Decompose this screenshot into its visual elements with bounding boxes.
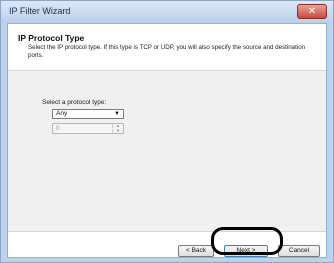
window-title: IP Filter Wizard	[9, 6, 71, 16]
page-title: IP Protocol Type	[18, 33, 85, 43]
close-button[interactable]: ✕	[297, 4, 327, 19]
wizard-header: IP Protocol Type Select the IP protocol …	[8, 24, 326, 71]
port-number-spinner[interactable]: 0 ▲ ▼	[52, 123, 124, 134]
port-number-value: 0	[56, 125, 60, 132]
protocol-type-label: Select a protocol type:	[42, 99, 107, 106]
next-button-highlight	[211, 227, 283, 255]
wizard-body: Select a protocol type: Any ▼ 0 ▲ ▼	[8, 71, 326, 232]
wizard-window: IP Filter Wizard ✕ IP Protocol Type Sele…	[0, 0, 334, 263]
dropdown-arrow-icon[interactable]: ▼	[114, 110, 120, 118]
close-icon: ✕	[307, 6, 317, 17]
back-button[interactable]: < Back	[178, 245, 214, 257]
page-description: Select the IP protocol type. If this typ…	[28, 44, 306, 59]
wizard-client: IP Protocol Type Select the IP protocol …	[7, 23, 327, 258]
protocol-type-select[interactable]: Any ▼	[52, 109, 124, 119]
title-bar: IP Filter Wizard ✕	[1, 1, 333, 23]
cancel-button[interactable]: Cancel	[278, 245, 320, 257]
spin-down-icon[interactable]: ▼	[112, 129, 123, 133]
protocol-type-value: Any	[56, 110, 68, 117]
